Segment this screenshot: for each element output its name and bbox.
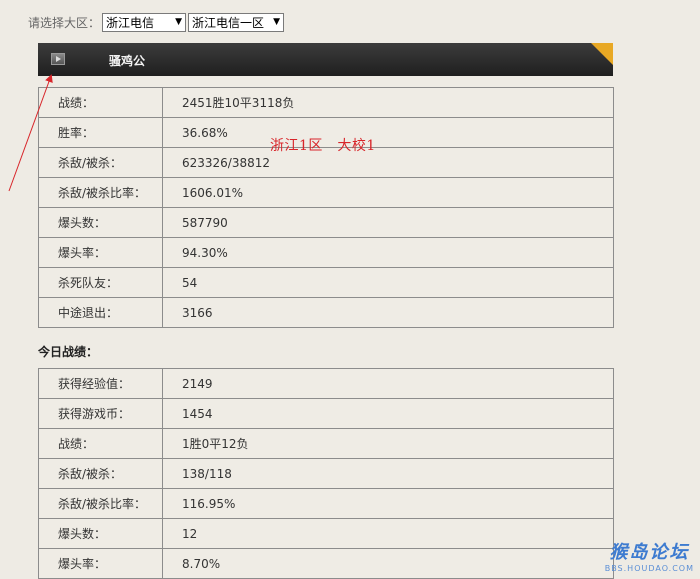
watermark-logo-text: 猴岛论坛	[609, 542, 690, 563]
watermark-url: BBS.HOUDAO.COM	[604, 564, 694, 573]
annotation-arrow	[8, 74, 53, 192]
forum-watermark: 猴岛论坛 BBS.HOUDAO.COM	[605, 538, 694, 573]
